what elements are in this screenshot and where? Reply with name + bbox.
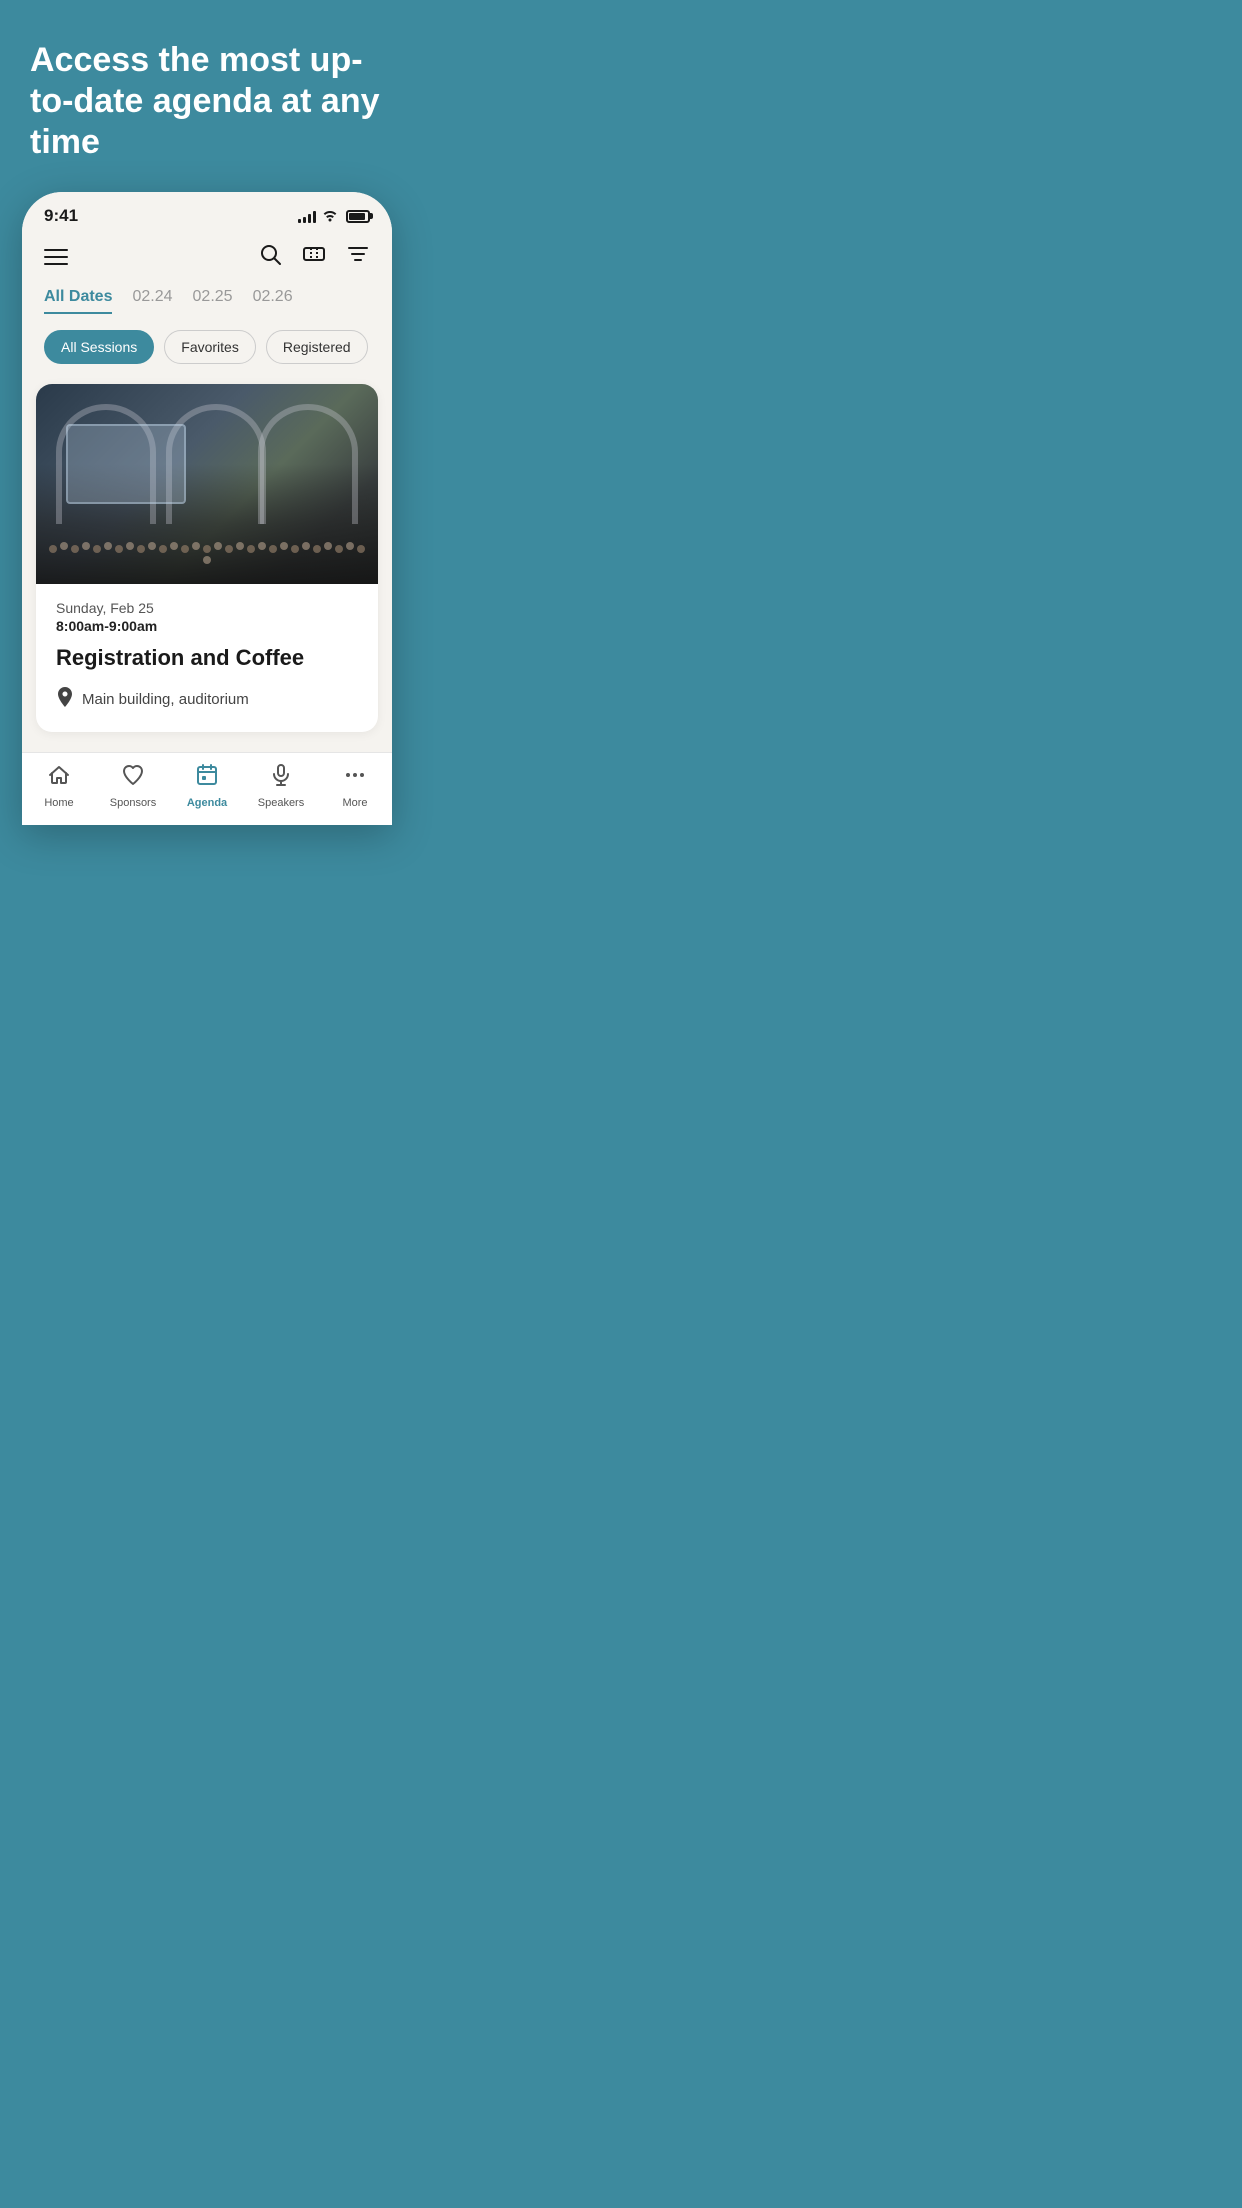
status-bar: 9:41 (22, 192, 392, 234)
nav-home-label: Home (44, 797, 73, 809)
session-location: Main building, auditorium (56, 687, 358, 712)
phone-frame: 9:41 (22, 192, 392, 825)
bottom-nav: Home Sponsors Agenda (22, 752, 392, 825)
filter-all-sessions[interactable]: All Sessions (44, 330, 154, 364)
date-tab-all[interactable]: All Dates (44, 288, 112, 314)
wifi-icon (322, 208, 338, 225)
heart-icon (121, 763, 145, 793)
top-nav (22, 234, 392, 288)
session-title: Registration and Coffee (56, 644, 358, 673)
filter-registered[interactable]: Registered (266, 330, 368, 364)
date-tab-0226[interactable]: 02.26 (253, 288, 293, 314)
filter-favorites[interactable]: Favorites (164, 330, 256, 364)
session-image (36, 384, 378, 584)
nav-agenda[interactable]: Agenda (170, 763, 244, 809)
location-icon (56, 687, 74, 712)
date-tab-0225[interactable]: 02.25 (193, 288, 233, 314)
session-card[interactable]: Sunday, Feb 25 8:00am-9:00am Registratio… (36, 384, 378, 732)
search-button[interactable] (258, 242, 282, 272)
mic-icon (269, 763, 293, 793)
session-location-text: Main building, auditorium (82, 691, 249, 708)
nav-more[interactable]: More (318, 763, 392, 809)
session-time: 8:00am-9:00am (56, 618, 358, 634)
calendar-icon (195, 763, 219, 793)
nav-agenda-label: Agenda (187, 797, 227, 809)
home-icon (47, 763, 71, 793)
ticket-button[interactable] (302, 242, 326, 272)
nav-more-label: More (342, 797, 367, 809)
nav-sponsors-label: Sponsors (110, 797, 156, 809)
nav-speakers[interactable]: Speakers (244, 763, 318, 809)
nav-right-icons (258, 242, 370, 272)
hero-text: Access the most up-to-date agenda at any… (20, 40, 394, 162)
nav-speakers-label: Speakers (258, 797, 304, 809)
signal-icon (298, 209, 316, 223)
session-filters: All Sessions Favorites Registered (22, 330, 392, 384)
session-info: Sunday, Feb 25 8:00am-9:00am Registratio… (36, 584, 378, 732)
menu-button[interactable] (44, 249, 68, 265)
nav-home[interactable]: Home (22, 763, 96, 809)
nav-sponsors[interactable]: Sponsors (96, 763, 170, 809)
session-date: Sunday, Feb 25 (56, 600, 358, 616)
filter-button[interactable] (346, 242, 370, 272)
date-tabs: All Dates 02.24 02.25 02.26 (22, 288, 392, 330)
status-icons (298, 208, 370, 225)
status-time: 9:41 (44, 206, 78, 226)
battery-icon (346, 210, 370, 223)
date-tab-0224[interactable]: 02.24 (132, 288, 172, 314)
dots-icon (343, 763, 367, 793)
